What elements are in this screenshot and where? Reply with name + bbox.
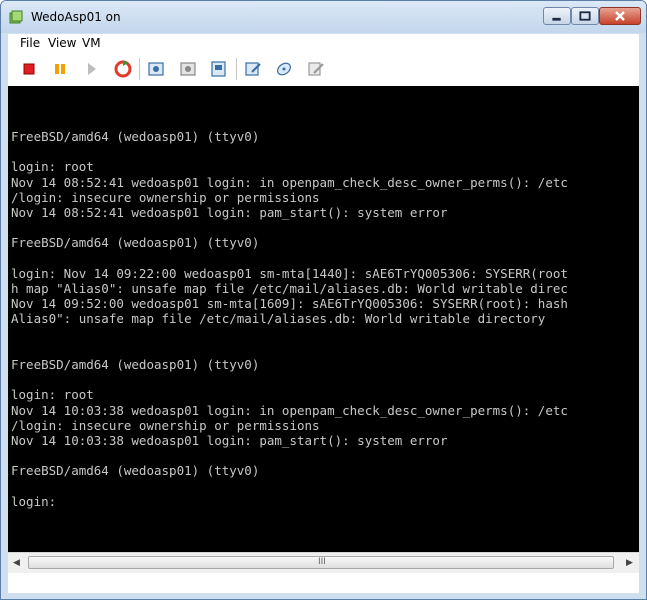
reset-icon[interactable]	[113, 59, 133, 79]
menu-file[interactable]: File	[20, 36, 40, 50]
connect-device-icon[interactable]	[274, 59, 294, 79]
console-line: /login: insecure ownership or permission…	[11, 417, 320, 433]
console-line: Nov 14 09:52:00 wedoasp01 sm-mta[1609]: …	[11, 296, 568, 312]
settings-icon[interactable]	[243, 59, 263, 79]
console-line: login: root	[11, 387, 94, 403]
play-icon[interactable]	[81, 59, 101, 79]
status-bar	[8, 573, 639, 593]
vm-console-window: WedoAsp01 on File View VM FreeBSD/amd64 …	[0, 0, 647, 600]
console-line: Alias0": unsafe map file /etc/mail/alias…	[11, 311, 546, 327]
scrollbar-grip: III	[318, 557, 326, 567]
console-line: FreeBSD/amd64 (wedoasp01) (ttyv0)	[11, 463, 260, 479]
scroll-right-icon[interactable]: ▶	[626, 558, 633, 568]
minimize-button[interactable]	[543, 7, 571, 25]
scroll-left-icon[interactable]: ◀	[13, 558, 20, 568]
close-icon	[615, 11, 625, 21]
toolbar-separator	[236, 58, 237, 80]
pause-icon[interactable]	[50, 59, 70, 79]
edit-icon[interactable]	[306, 59, 326, 79]
toolbar	[8, 52, 639, 86]
console-line: Nov 14 10:03:38 wedoasp01 login: in open…	[11, 402, 568, 418]
maximize-icon	[579, 11, 591, 21]
console-output: FreeBSD/amd64 (wedoasp01) (ttyv0) login:…	[11, 129, 568, 509]
close-button[interactable]	[599, 7, 641, 25]
console-line: FreeBSD/amd64 (wedoasp01) (ttyv0)	[11, 235, 260, 251]
console-line: login: root	[11, 159, 94, 175]
window-title: WedoAsp01 on	[31, 10, 121, 24]
menu-bar: File View VM	[8, 34, 639, 52]
revert-snapshot-icon[interactable]	[178, 59, 198, 79]
manage-snapshots-icon[interactable]	[209, 59, 229, 79]
menu-view[interactable]: View	[48, 36, 76, 50]
console-line: Nov 14 10:03:38 wedoasp01 login: pam_sta…	[11, 433, 448, 449]
vm-console-screen[interactable]: FreeBSD/amd64 (wedoasp01) (ttyv0) login:…	[8, 86, 639, 552]
console-line: Nov 14 08:52:41 wedoasp01 login: in open…	[11, 174, 568, 190]
scrollbar-thumb[interactable]: III	[28, 556, 614, 569]
toolbar-separator	[139, 58, 140, 80]
vm-app-icon	[9, 10, 23, 24]
title-bar[interactable]: WedoAsp01 on	[1, 1, 646, 33]
horizontal-scrollbar[interactable]: ◀ III ▶	[8, 552, 639, 573]
menu-vm[interactable]: VM	[82, 36, 101, 50]
console-line: FreeBSD/amd64 (wedoasp01) (ttyv0)	[11, 129, 260, 144]
maximize-button[interactable]	[571, 7, 599, 25]
minimize-icon	[552, 17, 561, 21]
console-line: FreeBSD/amd64 (wedoasp01) (ttyv0)	[11, 357, 260, 373]
console-line: Nov 14 08:52:41 wedoasp01 login: pam_sta…	[11, 205, 448, 221]
stop-icon[interactable]	[19, 59, 39, 79]
console-line: login: Nov 14 09:22:00 wedoasp01 sm-mta[…	[11, 265, 568, 281]
console-line: h map "Alias0": unsafe map file /etc/mai…	[11, 281, 568, 297]
console-line: login:	[11, 493, 57, 509]
snapshot-icon[interactable]	[146, 59, 166, 79]
console-line: /login: insecure ownership or permission…	[11, 189, 320, 205]
